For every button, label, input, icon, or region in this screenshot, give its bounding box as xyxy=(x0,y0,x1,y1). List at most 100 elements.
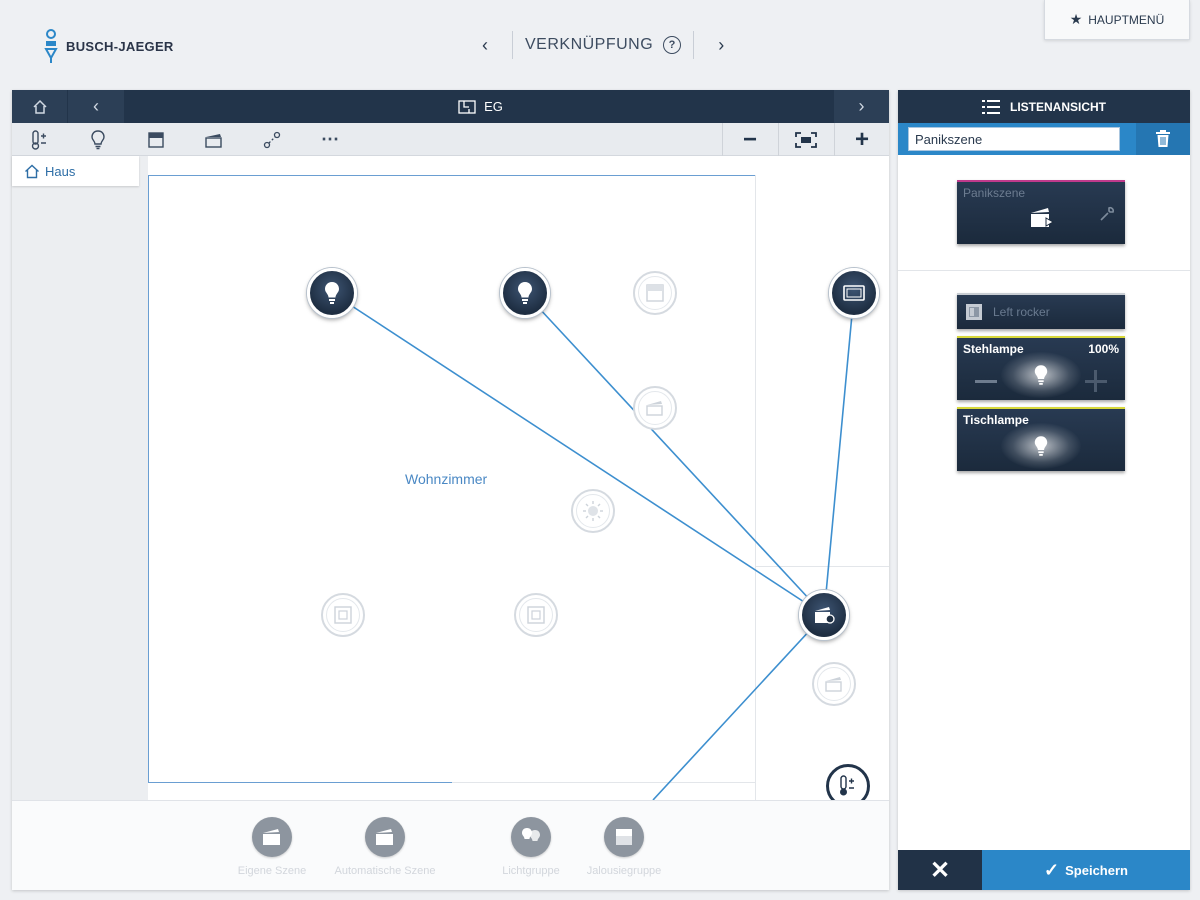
lamp-card-label: Tischlampe xyxy=(963,413,1029,427)
switch-icon xyxy=(527,606,545,624)
header-divider xyxy=(512,31,513,59)
dim-down-button[interactable] xyxy=(975,380,997,383)
list-icon xyxy=(982,99,1000,114)
link-icon xyxy=(263,131,281,148)
next-page-button[interactable]: › xyxy=(706,35,736,56)
light-filter-button[interactable] xyxy=(80,123,116,156)
header-navigation: ‹ VERKNÜPFUNG ? › xyxy=(470,30,736,60)
auto-scene-icon xyxy=(365,817,405,857)
lamp-glow xyxy=(1001,352,1081,398)
scene-card-label: Panikszene xyxy=(963,186,1026,200)
scene-filter-button[interactable] xyxy=(196,123,232,156)
cancel-button[interactable]: ✕ xyxy=(898,850,982,890)
switch-icon xyxy=(334,606,352,624)
blind-group-label: Jalousiegruppe xyxy=(586,865,662,877)
zoom-in-button[interactable]: + xyxy=(834,123,889,156)
blind-group-icon xyxy=(604,817,644,857)
scene-device-ghost-2[interactable] xyxy=(812,662,856,706)
thermostat-filter-button[interactable] xyxy=(22,123,58,156)
floorplan-panel: ‹ EG › ⋯ − + Haus Wohnzimmer Eigene Szen… xyxy=(12,90,889,890)
list-view-title: LISTENANSICHT xyxy=(1010,99,1106,114)
name-bar xyxy=(898,123,1190,155)
bulb-icon xyxy=(325,282,339,304)
scene-icon xyxy=(205,133,222,148)
tree-item-label: Haus xyxy=(45,163,76,179)
lamp-device-1[interactable] xyxy=(307,268,357,318)
link-filter-button[interactable] xyxy=(254,123,290,156)
prev-page-button[interactable]: ‹ xyxy=(470,35,500,56)
main-menu-label: HAUPTMENÜ xyxy=(1088,12,1165,27)
busch-jaeger-logo-icon xyxy=(44,29,58,63)
fit-screen-icon xyxy=(795,131,817,148)
dim-up-button-vertical[interactable] xyxy=(1094,370,1097,392)
display-device[interactable] xyxy=(829,268,879,318)
brightness-sensor-device[interactable] xyxy=(571,489,615,533)
floor-title: EG xyxy=(132,90,829,123)
bulb-icon xyxy=(1034,365,1048,385)
wrench-icon[interactable] xyxy=(1099,206,1115,222)
light-group-icon xyxy=(511,817,551,857)
blind-device[interactable] xyxy=(633,271,677,315)
home-button[interactable] xyxy=(12,90,67,123)
group-actions-bar: Eigene Szene Automatische Szene Lichtgru… xyxy=(12,800,889,890)
header-divider xyxy=(693,31,695,59)
scene-card[interactable]: Panikszene xyxy=(957,180,1125,244)
blind-group-button[interactable]: Jalousiegruppe xyxy=(559,817,689,877)
checkmark-icon: ✓ xyxy=(1044,859,1060,880)
lamp-card-stehlampe[interactable]: Stehlampe 100% xyxy=(957,336,1125,400)
zoom-out-button[interactable]: − xyxy=(722,123,777,156)
main-menu-button[interactable]: ★ HAUPTMENÜ xyxy=(1044,0,1190,40)
save-button-label: Speichern xyxy=(1065,862,1128,878)
trash-icon xyxy=(1156,130,1170,147)
home-icon xyxy=(32,99,47,114)
scene-device[interactable] xyxy=(799,590,849,640)
brand-name: BUSCH-JAEGER xyxy=(66,38,174,54)
blind-filter-button[interactable] xyxy=(138,123,174,156)
blind-icon xyxy=(646,284,664,302)
own-scene-label: Eigene Szene xyxy=(237,865,307,877)
page-title: VERKNÜPFUNG ? xyxy=(525,36,682,54)
scene-icon xyxy=(252,817,292,857)
link-line xyxy=(331,292,825,616)
delete-button[interactable] xyxy=(1136,123,1190,155)
floorplan-canvas[interactable]: Wohnzimmer xyxy=(148,156,889,808)
bulb-icon xyxy=(1034,436,1048,456)
next-floor-button[interactable]: › xyxy=(834,90,889,123)
save-button[interactable]: ✓ Speichern xyxy=(982,850,1190,890)
scene-device-ghost[interactable] xyxy=(633,386,677,430)
tree-item-haus[interactable]: Haus xyxy=(12,156,139,186)
link-line xyxy=(823,292,855,616)
house-icon xyxy=(25,164,39,178)
brand-logo: BUSCH-JAEGER xyxy=(42,28,174,64)
auto-scene-button[interactable]: Automatische Szene xyxy=(320,817,450,877)
screen-icon xyxy=(843,285,865,301)
thermostat-icon xyxy=(31,129,46,150)
help-icon[interactable]: ? xyxy=(663,36,682,54)
connection-lines xyxy=(331,292,855,800)
list-view-header[interactable]: LISTENANSICHT xyxy=(898,90,1190,123)
scene-icon xyxy=(646,401,663,416)
more-icon[interactable]: ⋯ xyxy=(312,123,348,156)
chevron-right-icon: › xyxy=(858,96,865,116)
lamp-card-label: Stehlampe xyxy=(963,342,1024,356)
auto-scene-label: Automatische Szene xyxy=(334,865,436,877)
floor-label: EG xyxy=(484,99,503,114)
floorplan-icon xyxy=(458,99,476,114)
rocker-switch-device-1[interactable] xyxy=(321,593,365,637)
bulb-icon xyxy=(518,282,532,304)
prev-floor-button[interactable]: ‹ xyxy=(68,90,124,123)
rocker-switch-device-2[interactable] xyxy=(514,593,558,637)
sun-icon xyxy=(583,501,603,521)
thermostat-icon xyxy=(840,775,854,796)
lamp-card-tischlampe[interactable]: Tischlampe xyxy=(957,407,1125,471)
scene-icon xyxy=(1031,208,1055,227)
rocker-card-label: Left rocker xyxy=(993,305,1050,319)
own-scene-button[interactable]: Eigene Szene xyxy=(207,817,337,877)
device-toolbar: ⋯ − + xyxy=(12,123,889,156)
fit-to-screen-button[interactable] xyxy=(778,123,833,156)
lamp-device-2[interactable] xyxy=(500,268,550,318)
rocker-card[interactable]: Left rocker xyxy=(957,293,1125,329)
scene-name-input[interactable] xyxy=(908,127,1120,151)
section-divider xyxy=(898,270,1190,271)
star-icon: ★ xyxy=(1069,11,1083,27)
